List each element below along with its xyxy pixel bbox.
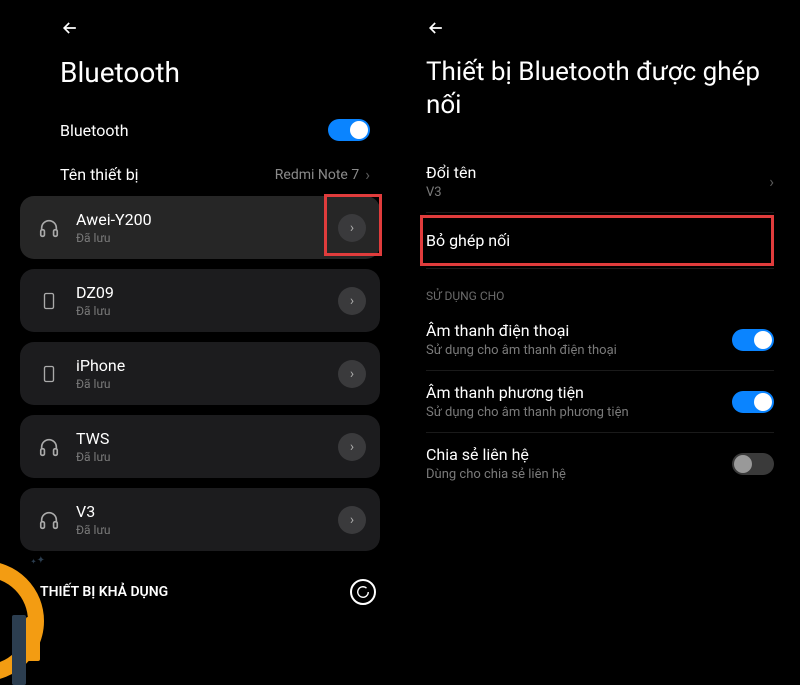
option-sub: Sử dụng cho âm thanh điện thoại: [426, 343, 617, 358]
device-details-button[interactable]: ›: [338, 433, 366, 461]
device-row[interactable]: V3 Đã lưu ›: [20, 488, 380, 551]
option-title: Âm thanh điện thoại: [426, 321, 617, 340]
device-details-button[interactable]: ›: [338, 214, 366, 242]
option-sub: Dùng cho chia sẻ liên hệ: [426, 467, 566, 482]
page-title: Bluetooth: [20, 56, 380, 107]
device-name: DZ09: [76, 283, 338, 302]
device-row[interactable]: iPhone Đã lưu ›: [20, 342, 380, 405]
device-status: Đã lưu: [76, 231, 338, 245]
phone-audio-toggle[interactable]: [732, 329, 774, 351]
media-audio-row[interactable]: Âm thanh phương tiện Sử dụng cho âm than…: [420, 371, 780, 432]
device-name: V3: [76, 502, 338, 521]
option-sub: Sử dụng cho âm thanh phương tiện: [426, 405, 629, 420]
device-status: Đã lưu: [76, 304, 338, 318]
bluetooth-toggle[interactable]: [328, 119, 370, 141]
rename-row[interactable]: Đổi tên V3 ›: [420, 151, 780, 212]
right-screen: Thiết bị Bluetooth được ghép nối Đổi tên…: [400, 0, 800, 685]
rename-label: Đổi tên: [426, 163, 476, 182]
unpair-label: Bỏ ghép nối: [426, 231, 510, 250]
phone-audio-row[interactable]: Âm thanh điện thoại Sử dụng cho âm thanh…: [420, 309, 780, 370]
option-title: Chia sẻ liên hệ: [426, 445, 566, 464]
option-title: Âm thanh phương tiện: [426, 383, 629, 402]
headphones-icon: [34, 217, 64, 239]
device-row[interactable]: TWS Đã lưu ›: [20, 415, 380, 478]
left-screen: Bluetooth Bluetooth Tên thiết bị Redmi N…: [0, 0, 400, 685]
device-status: Đã lưu: [76, 523, 338, 537]
device-name: iPhone: [76, 356, 338, 375]
use-for-label: SỬ DỤNG CHO: [420, 269, 780, 309]
contact-share-row[interactable]: Chia sẻ liên hệ Dùng cho chia sẻ liên hệ: [420, 433, 780, 494]
device-row[interactable]: Awei-Y200 Đã lưu ›: [20, 196, 380, 259]
device-name-label: Tên thiết bị: [60, 165, 139, 184]
refresh-button[interactable]: [350, 579, 376, 605]
contact-share-toggle[interactable]: [732, 453, 774, 475]
device-details-button[interactable]: ›: [338, 506, 366, 534]
chevron-right-icon: ›: [769, 172, 774, 191]
available-devices-header: THIẾT BỊ KHẢ DỤNG: [0, 561, 400, 613]
phone-icon: [34, 290, 64, 312]
device-name-value: Redmi Note 7: [275, 167, 359, 183]
device-row[interactable]: DZ09 Đã lưu ›: [20, 269, 380, 332]
phone-icon: [34, 363, 64, 385]
device-details-button[interactable]: ›: [338, 287, 366, 315]
back-button[interactable]: [20, 12, 380, 56]
media-audio-toggle[interactable]: [732, 391, 774, 413]
paired-device-list: Awei-Y200 Đã lưu › DZ09 Đã lưu › iPhone …: [0, 196, 400, 551]
headphones-icon: [34, 436, 64, 458]
unpair-row[interactable]: Bỏ ghép nối: [420, 213, 780, 268]
device-name: Awei-Y200: [76, 210, 338, 229]
device-name-row[interactable]: Tên thiết bị Redmi Note 7 ›: [20, 153, 380, 196]
headphones-icon: [34, 509, 64, 531]
bluetooth-label: Bluetooth: [60, 121, 129, 140]
device-status: Đã lưu: [76, 450, 338, 464]
available-devices-label: THIẾT BỊ KHẢ DỤNG: [40, 584, 168, 600]
device-details-button[interactable]: ›: [338, 360, 366, 388]
bluetooth-toggle-row[interactable]: Bluetooth: [20, 107, 380, 153]
rename-value: V3: [426, 185, 476, 200]
device-status: Đã lưu: [76, 377, 338, 391]
back-button[interactable]: [420, 12, 780, 56]
page-title: Thiết bị Bluetooth được ghép nối: [420, 56, 780, 151]
chevron-right-icon: ›: [365, 165, 370, 184]
device-name: TWS: [76, 429, 338, 448]
